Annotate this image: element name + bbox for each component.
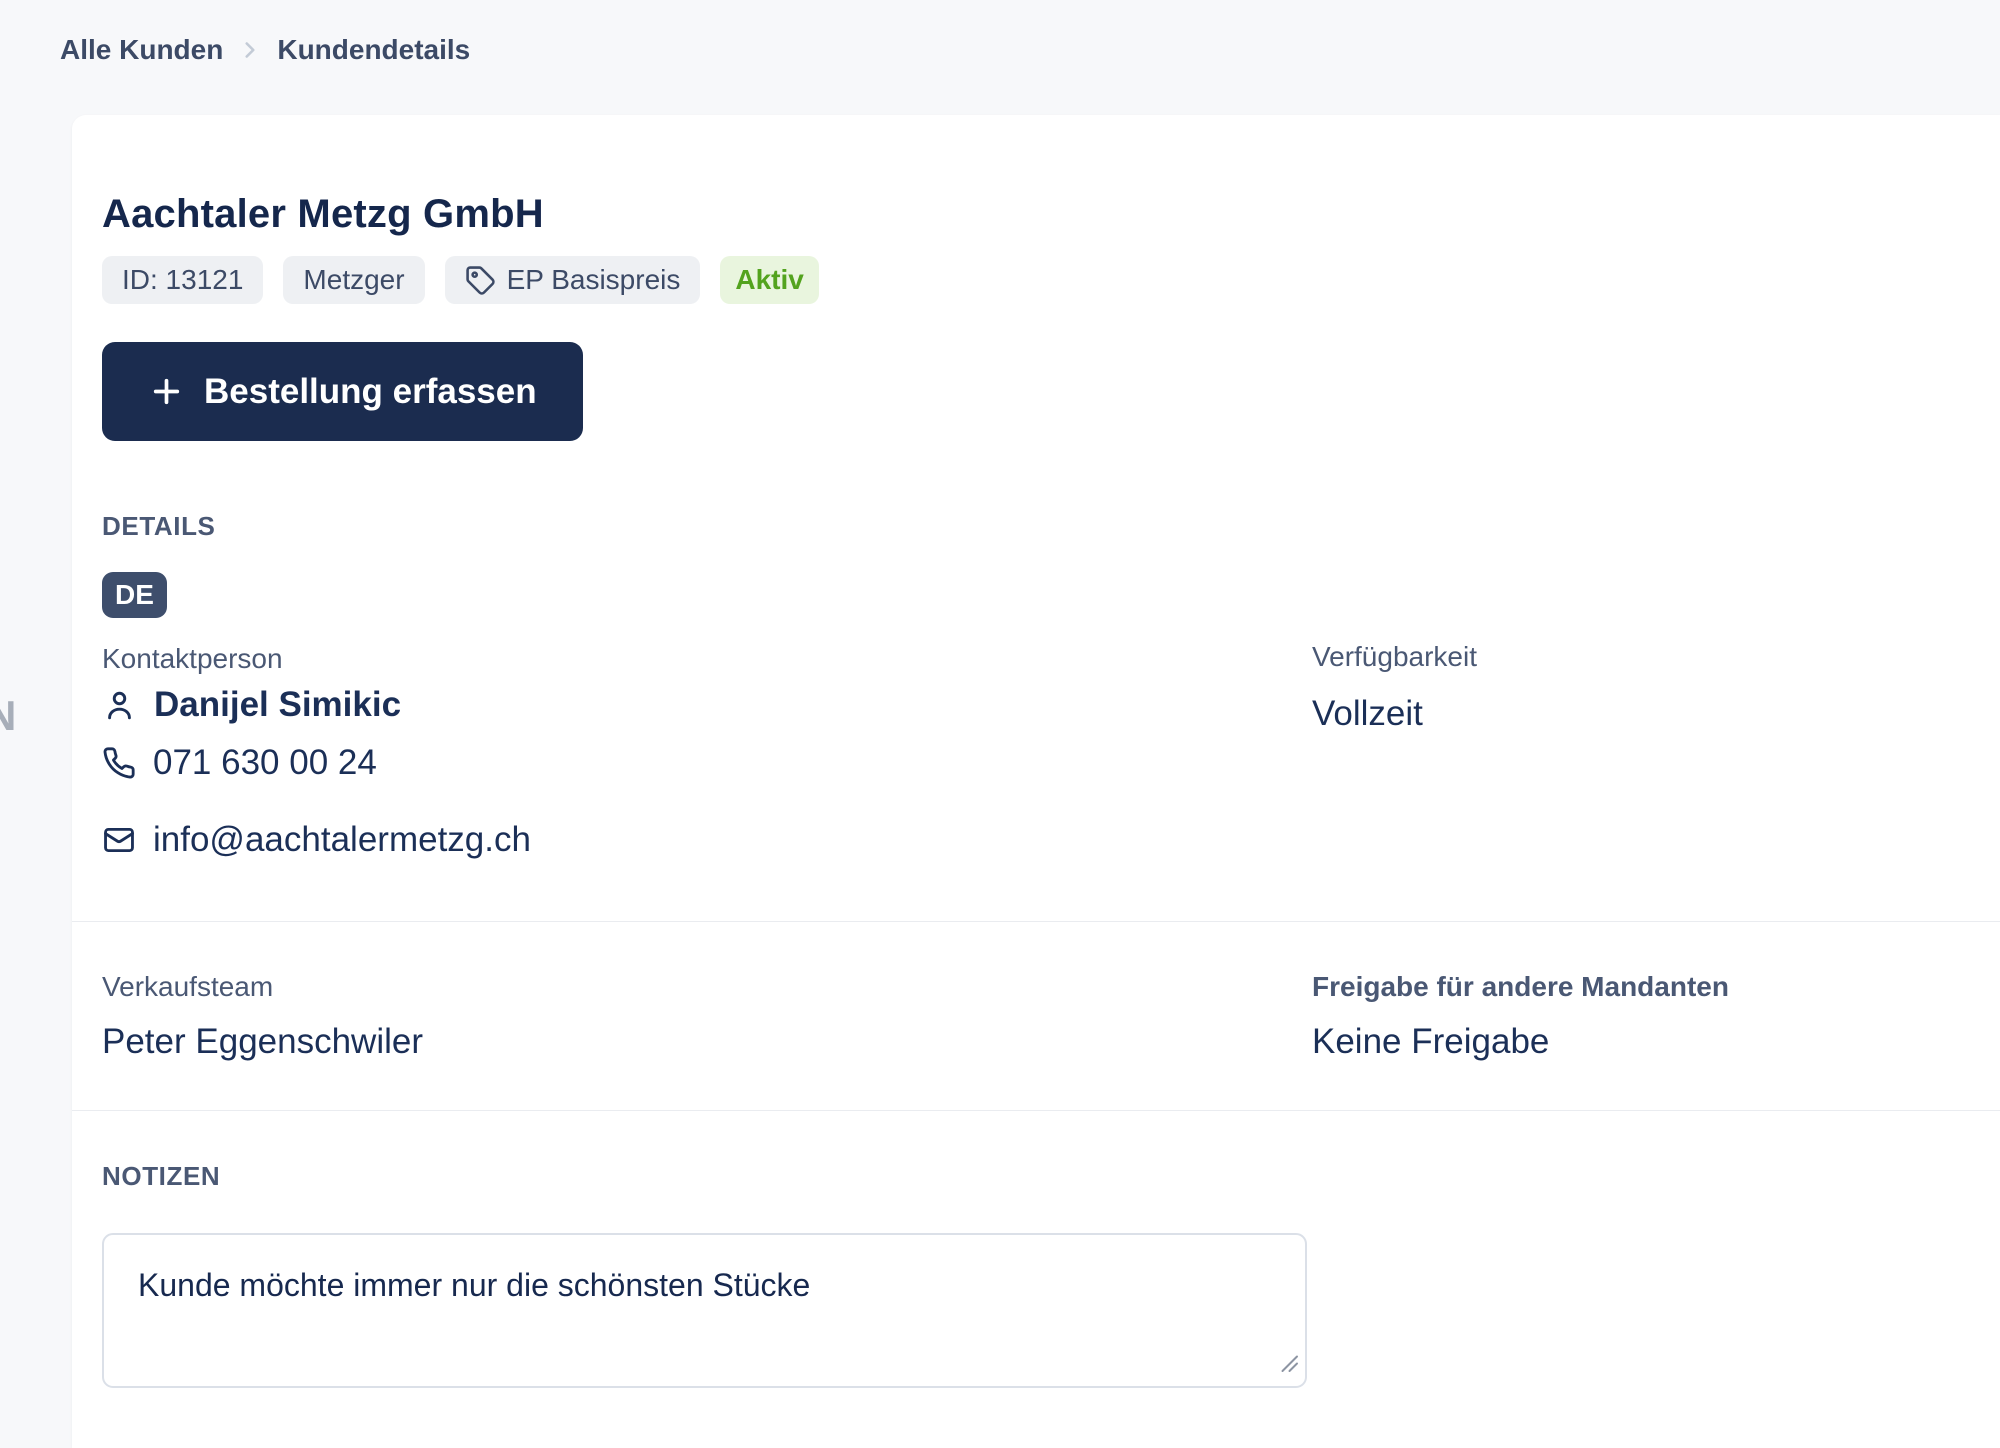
tenant-sharing-label: Freigabe für andere Mandanten xyxy=(1312,971,1729,1002)
customer-name-title: Aachtaler Metzg GmbH xyxy=(102,192,544,236)
contact-phone-value: 071 630 00 24 xyxy=(153,743,377,782)
status-badge: Aktiv xyxy=(720,256,819,304)
section-divider xyxy=(72,1110,2000,1111)
price-list-badge: EP Basispreis xyxy=(444,256,701,304)
notes-section-heading: NOTIZEN xyxy=(102,1161,221,1191)
create-order-button-label: Bestellung erfassen xyxy=(204,371,537,411)
plus-icon xyxy=(148,373,185,410)
contact-person-label: Kontaktperson xyxy=(102,643,283,674)
sales-team-label: Verkaufsteam xyxy=(102,971,274,1002)
language-badge: DE xyxy=(102,572,167,618)
price-list-badge-label: EP Basispreis xyxy=(506,264,681,295)
phone-icon xyxy=(102,746,136,780)
availability-value: Vollzeit xyxy=(1312,694,1423,733)
contact-name-value: Danijel Simikic xyxy=(154,685,402,724)
chevron-right-icon xyxy=(237,37,263,63)
contact-email-row: info@aachtalermetzg.ch xyxy=(102,818,531,862)
tenant-sharing-value: Keine Freigabe xyxy=(1312,1022,1550,1061)
section-divider xyxy=(72,921,2000,922)
breadcrumb-item-alle-kunden[interactable]: Alle Kunden xyxy=(60,32,223,68)
mail-icon xyxy=(102,823,136,857)
breadcrumb: Alle Kunden Kundendetails xyxy=(60,32,470,68)
details-section-heading: DETAILS xyxy=(102,511,216,541)
customer-category-badge: Metzger xyxy=(283,256,425,304)
customer-id-badge: ID: 13121 xyxy=(102,256,264,304)
create-order-button[interactable]: Bestellung erfassen xyxy=(102,342,583,441)
notes-field-wrap: Kunde möchte immer nur die schönsten Stü… xyxy=(102,1233,1307,1388)
sales-team-value: Peter Eggenschwiler xyxy=(102,1022,423,1061)
contact-email-value: info@aachtalermetzg.ch xyxy=(153,820,531,859)
contact-name-row: Danijel Simikic xyxy=(102,683,401,727)
clipped-sidebar-label: N xyxy=(0,692,17,739)
tag-icon xyxy=(465,265,496,296)
availability-label: Verfügbarkeit xyxy=(1312,641,1477,672)
breadcrumb-item-kundendetails: Kundendetails xyxy=(277,34,471,65)
notes-input[interactable]: Kunde möchte immer nur die schönsten Stü… xyxy=(102,1233,1307,1388)
customer-detail-card: Aachtaler Metzg GmbH ID: 13121 Metzger E… xyxy=(72,115,2000,1448)
badge-row: ID: 13121 Metzger EP Basispreis Aktiv xyxy=(102,256,819,304)
user-icon xyxy=(102,688,137,723)
contact-phone-row: 071 630 00 24 xyxy=(102,741,377,785)
